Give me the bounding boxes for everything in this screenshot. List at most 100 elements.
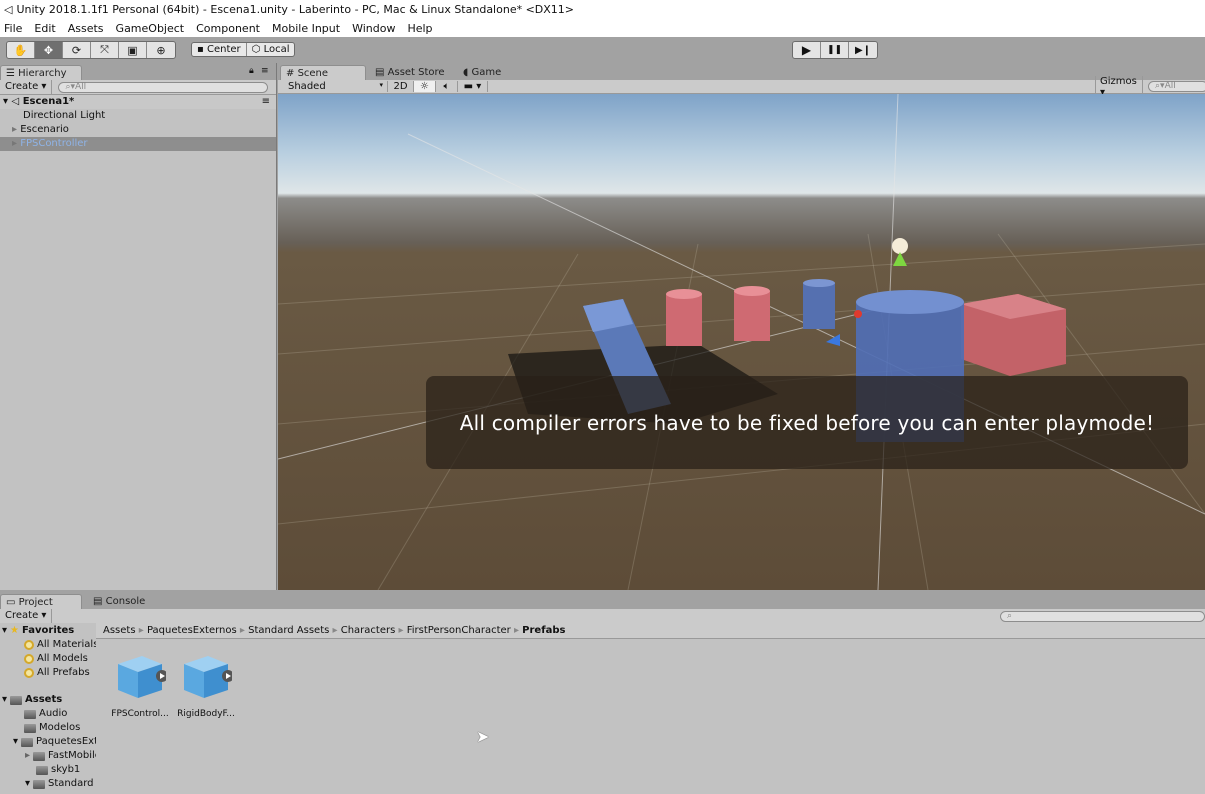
hierarchy-create-button[interactable]: Create ▾ xyxy=(0,80,53,94)
main-toolbar: ✋ ✥ ⟳ ⤧ ▣ ⊕ ▪ Center ⬡ Local ▶ ❚❚ ▶❙ xyxy=(0,37,1205,63)
hierarchy-search-input[interactable]: ⌕▾All xyxy=(58,81,269,93)
scene-tabbar: # Scene ▤ Asset Store ◖ Game xyxy=(278,63,1205,80)
red-cylinder xyxy=(666,289,702,346)
pivot-toggles: ▪ Center ⬡ Local xyxy=(191,42,296,57)
menu-window[interactable]: Window xyxy=(352,22,395,35)
favorite-item[interactable]: All Models xyxy=(24,652,88,666)
pause-button[interactable]: ❚❚ xyxy=(821,42,849,58)
collapsed-arrow-icon[interactable]: ▸ xyxy=(25,749,30,763)
hand-tool-button[interactable]: ✋ xyxy=(7,42,35,58)
favorite-item[interactable]: All Prefabs xyxy=(24,666,90,680)
rect-tool-button[interactable]: ▣ xyxy=(119,42,147,58)
lock-icon[interactable]: 🔒︎ xyxy=(249,66,254,76)
audio-toggle[interactable]: 🔈︎ xyxy=(436,81,458,92)
assets-root-row[interactable]: ▾ Assets xyxy=(2,693,62,707)
breadcrumb-item[interactable]: FirstPersonCharacter xyxy=(407,625,511,636)
pause-icon: ❚❚ xyxy=(826,45,843,55)
expand-arrow-icon[interactable]: ▾ xyxy=(13,735,18,749)
pivot-local-button[interactable]: ⬡ Local xyxy=(247,43,295,56)
search-filter-icon xyxy=(24,654,34,664)
hierarchy-item-selected[interactable]: ▸ FPSController xyxy=(0,137,276,151)
light-gizmo-icon[interactable] xyxy=(892,238,908,254)
console-icon: ▤ xyxy=(93,596,106,607)
effects-dropdown[interactable]: ▬ ▾ xyxy=(458,81,488,92)
scale-tool-button[interactable]: ⤧ xyxy=(91,42,119,58)
folder-item[interactable]: Audio xyxy=(24,707,67,721)
menu-mobile-input[interactable]: Mobile Input xyxy=(272,22,340,35)
tab-hierarchy[interactable]: ☰ Hierarchy xyxy=(0,65,82,80)
collapsed-arrow-icon[interactable]: ▸ xyxy=(12,124,20,135)
folder-item[interactable]: ▸ FastMobile xyxy=(25,749,96,763)
tab-game[interactable]: ◖ Game xyxy=(458,65,506,80)
menu-file[interactable]: File xyxy=(4,22,22,35)
play-icon: ▶ xyxy=(801,43,812,57)
project-create-button[interactable]: Create ▾ xyxy=(0,609,53,623)
folder-item[interactable]: ▾PaquetesExternos xyxy=(13,735,96,749)
favorite-item[interactable]: All Materials xyxy=(24,638,96,652)
expand-arrow-icon[interactable]: ▾ xyxy=(2,693,7,707)
search-filter-icon xyxy=(24,640,34,650)
menu-assets[interactable]: Assets xyxy=(68,22,104,35)
expand-arrow-icon[interactable]: ▾ xyxy=(3,96,8,107)
menu-edit[interactable]: Edit xyxy=(34,22,55,35)
menu-gameobject[interactable]: GameObject xyxy=(116,22,185,35)
breadcrumb-item[interactable]: Characters xyxy=(341,625,396,636)
unity-logo-icon: ◁ xyxy=(4,3,13,16)
list-icon: ☰ xyxy=(6,68,19,79)
folder-item[interactable]: ▾Standard Assets xyxy=(25,777,96,791)
scale-icon: ⤧ xyxy=(100,43,109,56)
center-icon: ▪ xyxy=(197,44,207,55)
folder-item[interactable]: Modelos xyxy=(24,721,80,735)
expand-arrow-icon[interactable]: ▾ xyxy=(25,777,30,791)
rotate-tool-button[interactable]: ⟳ xyxy=(63,42,91,58)
breadcrumb-item[interactable]: Assets xyxy=(103,625,136,636)
mouse-cursor-icon: ➤ xyxy=(476,727,490,746)
panel-menu-icon[interactable]: ≡ xyxy=(261,66,269,76)
folder-icon xyxy=(33,751,46,761)
rotate-icon: ⟳ xyxy=(71,43,82,57)
2d-toggle[interactable]: 2D xyxy=(388,81,414,92)
hierarchy-item[interactable]: ▸ Escenario xyxy=(0,123,276,137)
breadcrumb-item[interactable]: PaquetesExternos xyxy=(147,625,237,636)
breadcrumb-item[interactable]: Standard Assets xyxy=(248,625,329,636)
hand-icon: ✋ xyxy=(13,43,28,57)
asset-item[interactable]: RigidBodyF... xyxy=(166,652,246,719)
favorites-row[interactable]: ▾ ★ Favorites xyxy=(2,624,74,638)
image-icon: ▬ ▾ xyxy=(463,81,482,92)
transform-icon: ⊕ xyxy=(156,43,166,57)
pivot-center-button[interactable]: ▪ Center xyxy=(192,43,247,56)
scene-menu-icon[interactable]: ≡ xyxy=(262,95,270,109)
menu-help[interactable]: Help xyxy=(407,22,432,35)
folder-item[interactable]: skyb1 xyxy=(36,763,80,777)
move-tool-button[interactable]: ✥ xyxy=(35,42,63,58)
menu-component[interactable]: Component xyxy=(196,22,260,35)
move-gizmo-y-arrow[interactable] xyxy=(893,252,907,266)
tab-scene[interactable]: # Scene xyxy=(280,65,366,80)
collapsed-arrow-icon[interactable]: ▸ xyxy=(12,138,20,149)
expand-arrow-icon[interactable]: ▾ xyxy=(2,624,7,638)
move-gizmo-z-arrow[interactable] xyxy=(826,334,840,346)
unity-scene-icon: ◁ xyxy=(11,96,20,107)
tab-project[interactable]: ▭ Project xyxy=(0,594,82,609)
lighting-toggle[interactable]: ☼ xyxy=(414,81,436,92)
scene-toolbar: Shaded ▾ 2D ☼ 🔈︎ ▬ ▾ Gizmos ▾ ⌕▾All xyxy=(278,75,1205,98)
window-title: Unity 2018.1.1f1 Personal (64bit) - Esce… xyxy=(16,3,575,16)
tab-asset-store[interactable]: ▤ Asset Store xyxy=(370,65,450,80)
move-gizmo-x-arrow[interactable] xyxy=(854,310,862,318)
hierarchy-item[interactable]: Directional Light xyxy=(0,109,276,123)
breadcrumb: Assets ▸ PaquetesExternos ▸ Standard Ass… xyxy=(96,623,1205,639)
breadcrumb-current[interactable]: Prefabs xyxy=(522,625,565,636)
scene-viewport[interactable]: All compiler errors have to be fixed bef… xyxy=(278,94,1205,590)
tab-console[interactable]: ▤ Console xyxy=(88,594,150,609)
menu-bar: File Edit Assets GameObject Component Mo… xyxy=(0,19,1205,37)
scene-root-row[interactable]: ▾ ◁ Escena1* ≡ xyxy=(0,95,276,109)
star-icon: ★ xyxy=(10,625,19,636)
project-search-input[interactable]: ⌕ xyxy=(1000,610,1205,622)
shading-mode-dropdown[interactable]: Shaded ▾ xyxy=(278,81,388,92)
play-button[interactable]: ▶ xyxy=(793,42,821,58)
scene-search-input[interactable]: ⌕▾All xyxy=(1148,81,1205,92)
prefab-cube-icon xyxy=(118,656,168,698)
step-button[interactable]: ▶❙ xyxy=(849,42,877,58)
transform-tool-button[interactable]: ⊕ xyxy=(147,42,175,58)
speaker-icon: 🔈︎ xyxy=(443,81,450,92)
